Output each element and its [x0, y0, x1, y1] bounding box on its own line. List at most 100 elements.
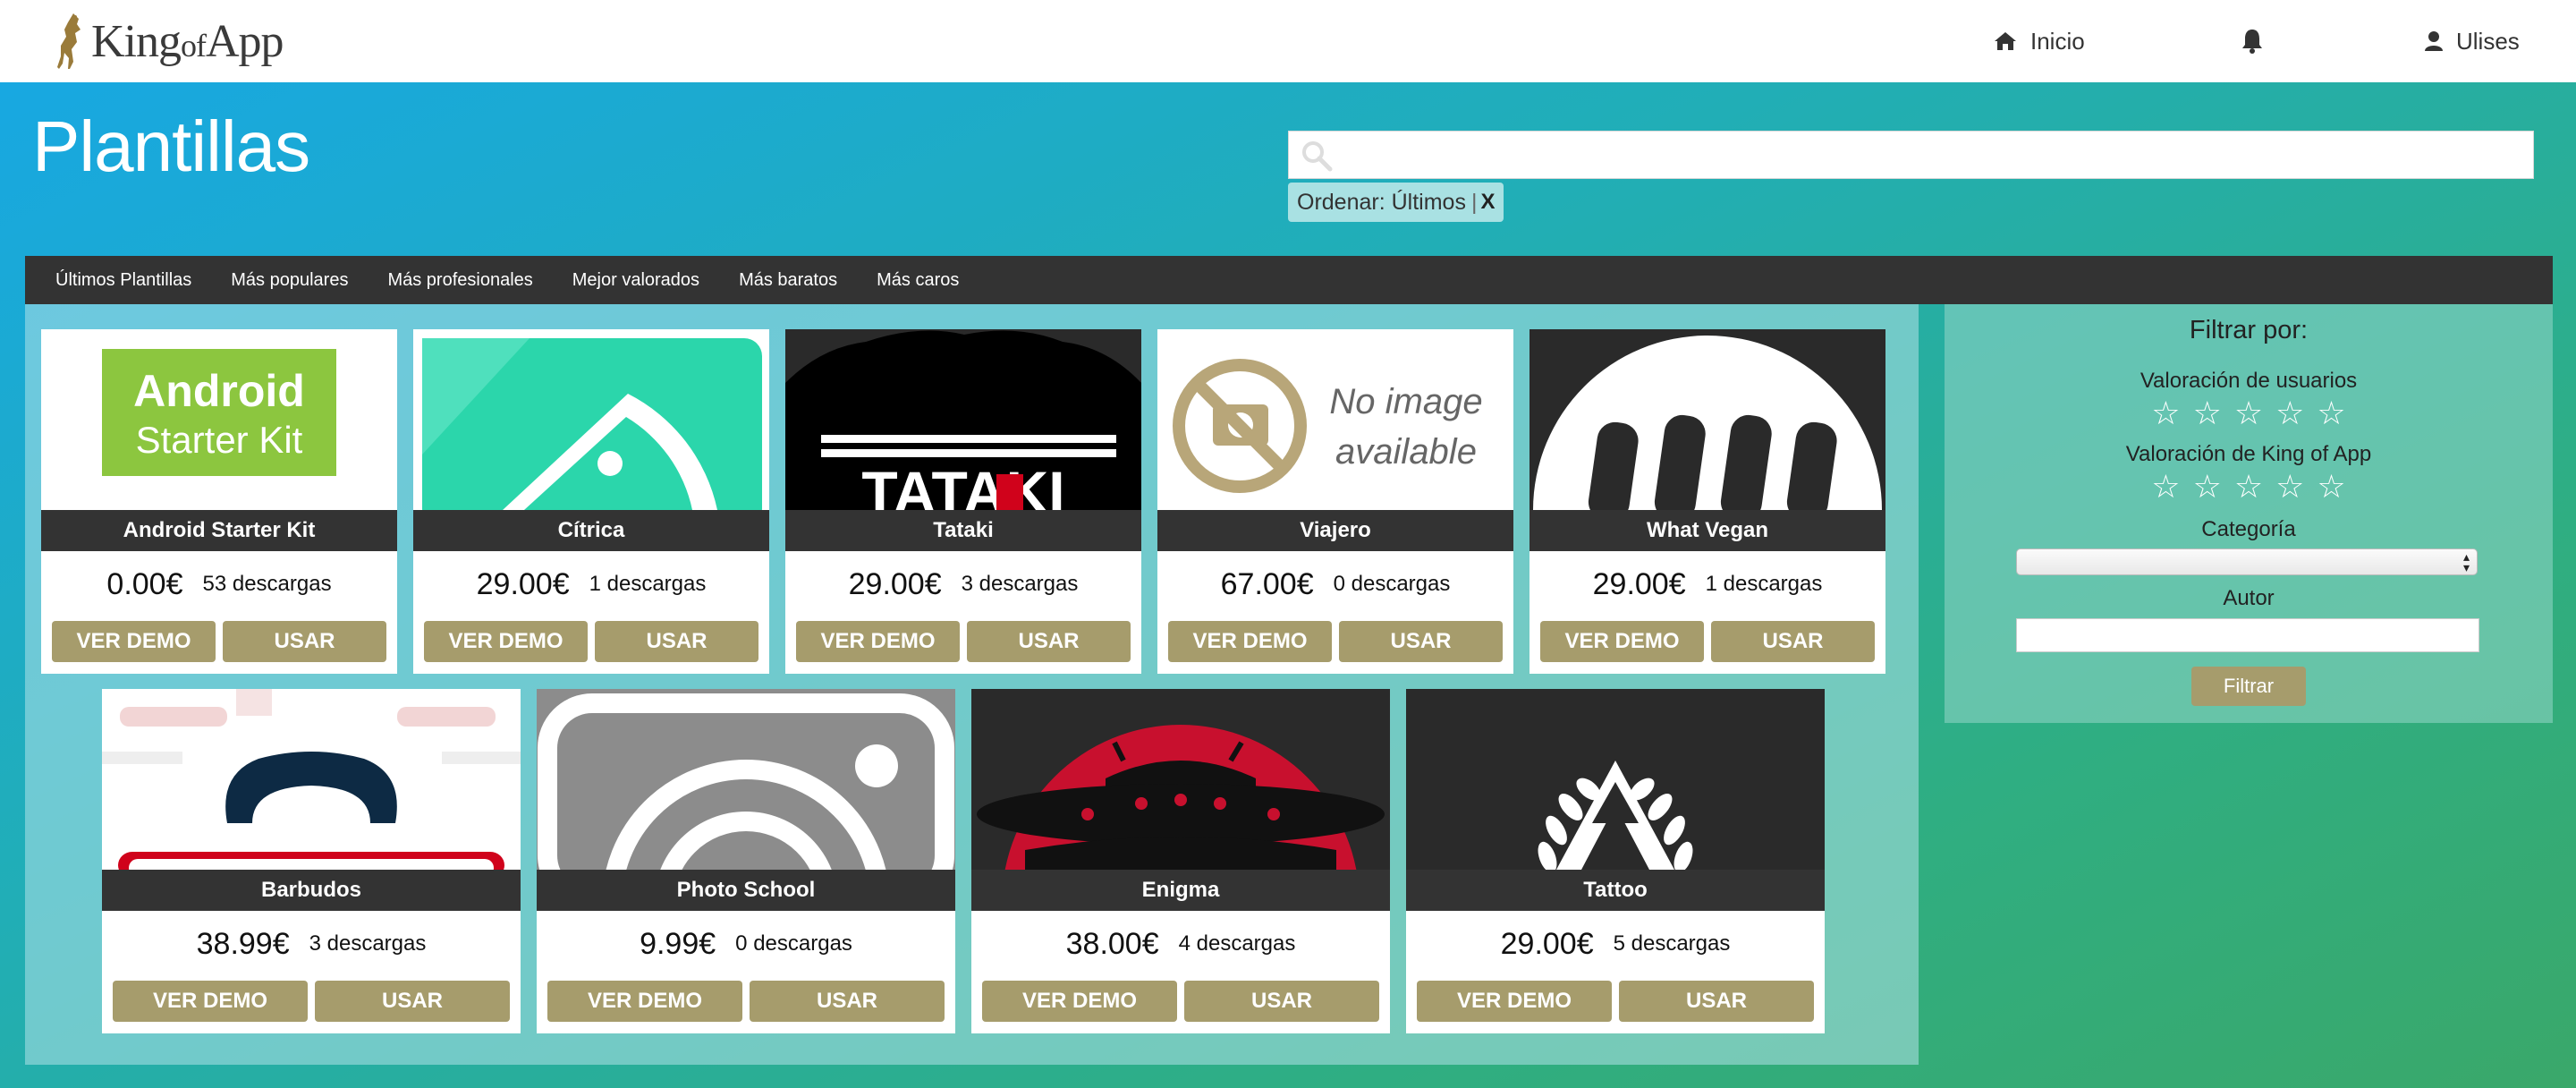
- view-demo-button[interactable]: VER DEMO: [424, 621, 588, 662]
- logo-text-app: App: [206, 15, 284, 67]
- template-price: 38.00€: [1065, 926, 1159, 961]
- template-price: 9.99€: [640, 926, 716, 961]
- tab-latest[interactable]: Últimos Plantillas: [55, 270, 191, 291]
- template-thumbnail[interactable]: [1406, 689, 1825, 870]
- card-actions: VER DEMO USAR: [424, 621, 758, 662]
- bell-icon: [2242, 30, 2262, 54]
- view-demo-button[interactable]: VER DEMO: [1417, 981, 1612, 1022]
- template-thumbnail[interactable]: [102, 689, 521, 870]
- view-demo-button[interactable]: VER DEMO: [52, 621, 216, 662]
- download-count: 3 descargas: [309, 931, 427, 956]
- use-template-button[interactable]: USAR: [967, 621, 1131, 662]
- use-template-button[interactable]: USAR: [1339, 621, 1503, 662]
- template-price: 38.99€: [196, 926, 290, 961]
- king-of-app-logo[interactable]: KingofApp: [54, 7, 284, 75]
- template-thumbnail[interactable]: No image available: [1157, 329, 1513, 510]
- star-icon[interactable]: ☆: [2151, 471, 2180, 503]
- star-icon[interactable]: ☆: [2275, 471, 2304, 503]
- filter-submit-button[interactable]: Filtrar: [2191, 667, 2306, 706]
- thumb-text-android: Android: [133, 366, 305, 416]
- use-template-button[interactable]: USAR: [1711, 621, 1875, 662]
- nav-home-link[interactable]: Inicio: [1993, 23, 2085, 59]
- view-demo-button[interactable]: VER DEMO: [1540, 621, 1704, 662]
- use-template-button[interactable]: USAR: [750, 981, 945, 1022]
- notifications-button[interactable]: [2241, 23, 2264, 59]
- use-template-button[interactable]: USAR: [315, 981, 510, 1022]
- template-price: 29.00€: [848, 566, 942, 601]
- category-nav: Últimos Plantillas Más populares Más pro…: [25, 256, 2553, 304]
- user-rating-label: Valoración de usuarios: [2140, 369, 2358, 393]
- category-select[interactable]: ▴ ▾: [2016, 548, 2478, 575]
- star-icon[interactable]: ☆: [2193, 471, 2222, 503]
- price-row: 38.00€ 4 descargas: [971, 922, 1390, 966]
- price-row: 29.00€ 3 descargas: [785, 562, 1141, 607]
- top-bar: KingofApp Inicio Ulises: [0, 0, 2576, 82]
- view-demo-button[interactable]: VER DEMO: [796, 621, 960, 662]
- use-template-button[interactable]: USAR: [1184, 981, 1379, 1022]
- tab-most-professional[interactable]: Más profesionales: [387, 270, 532, 291]
- logo-text-king: King: [91, 15, 182, 67]
- template-thumbnail[interactable]: [537, 689, 955, 870]
- download-count: 53 descargas: [202, 572, 332, 596]
- templates-grid: Android Starter Kit Android Starter Kit …: [25, 304, 1919, 1065]
- user-menu[interactable]: Ulises: [2424, 23, 2520, 59]
- star-icon[interactable]: ☆: [2234, 397, 2263, 429]
- tab-most-popular[interactable]: Más populares: [231, 270, 348, 291]
- sort-order-label: Ordenar: Últimos: [1297, 189, 1466, 215]
- search-input[interactable]: [1343, 132, 2523, 178]
- price-row: 9.99€ 0 descargas: [537, 922, 955, 966]
- template-name: Cítrica: [413, 510, 769, 551]
- template-thumbnail[interactable]: [413, 329, 769, 510]
- card-actions: VER DEMO USAR: [982, 981, 1379, 1022]
- template-thumbnail[interactable]: [1530, 329, 1885, 510]
- select-arrows-icon: ▴ ▾: [2462, 549, 2470, 574]
- template-name: Tataki: [785, 510, 1141, 551]
- template-name: Android Starter Kit: [41, 510, 397, 551]
- user-name-label: Ulises: [2456, 27, 2520, 55]
- price-row: 29.00€ 1 descargas: [413, 562, 769, 607]
- template-price: 29.00€: [1500, 926, 1594, 961]
- view-demo-button[interactable]: VER DEMO: [113, 981, 308, 1022]
- star-icon[interactable]: ☆: [2275, 397, 2304, 429]
- sort-order-chip[interactable]: Ordenar: Últimos | X: [1288, 183, 1504, 222]
- tab-top-rated[interactable]: Mejor valorados: [572, 270, 699, 291]
- close-icon[interactable]: X: [1480, 190, 1495, 215]
- download-count: 1 descargas: [1705, 572, 1823, 596]
- author-input[interactable]: [2016, 618, 2479, 652]
- thumb-text-no-image: No image: [1329, 382, 1482, 421]
- use-template-button[interactable]: USAR: [1619, 981, 1814, 1022]
- template-price: 67.00€: [1220, 566, 1314, 601]
- use-template-button[interactable]: USAR: [595, 621, 758, 662]
- star-icon[interactable]: ☆: [2317, 397, 2345, 429]
- rearing-horse-logo-icon: [57, 13, 80, 69]
- price-row: 29.00€ 1 descargas: [1530, 562, 1885, 607]
- star-icon[interactable]: ☆: [2151, 397, 2180, 429]
- card-actions: VER DEMO USAR: [547, 981, 945, 1022]
- tab-cheapest[interactable]: Más baratos: [739, 270, 837, 291]
- star-icon[interactable]: ☆: [2193, 397, 2222, 429]
- search-bar[interactable]: [1288, 131, 2534, 179]
- logo-text-of: of: [181, 27, 207, 64]
- user-icon: [2425, 31, 2443, 51]
- download-count: 3 descargas: [961, 572, 1079, 596]
- thumb-text-tataki: TATAKI: [861, 459, 1064, 510]
- download-count: 4 descargas: [1178, 931, 1296, 956]
- template-thumbnail[interactable]: [971, 689, 1390, 870]
- view-demo-button[interactable]: VER DEMO: [547, 981, 742, 1022]
- template-price: 29.00€: [476, 566, 570, 601]
- star-icon[interactable]: ☆: [2234, 471, 2263, 503]
- view-demo-button[interactable]: VER DEMO: [982, 981, 1177, 1022]
- download-count: 5 descargas: [1613, 931, 1731, 956]
- template-thumbnail[interactable]: Android Starter Kit: [41, 329, 397, 510]
- template-name: Tattoo: [1406, 870, 1825, 911]
- star-icon[interactable]: ☆: [2317, 471, 2345, 503]
- tab-most-expensive[interactable]: Más caros: [877, 270, 959, 291]
- template-price: 29.00€: [1592, 566, 1686, 601]
- price-row: 38.99€ 3 descargas: [102, 922, 521, 966]
- card-actions: VER DEMO USAR: [1417, 981, 1814, 1022]
- author-label: Autor: [2223, 586, 2275, 610]
- template-thumbnail[interactable]: TATAKI: [785, 329, 1141, 510]
- view-demo-button[interactable]: VER DEMO: [1168, 621, 1332, 662]
- use-template-button[interactable]: USAR: [223, 621, 386, 662]
- template-card-tataki: TATAKI Tataki 29.00€ 3 descargas VER DEM…: [785, 329, 1141, 674]
